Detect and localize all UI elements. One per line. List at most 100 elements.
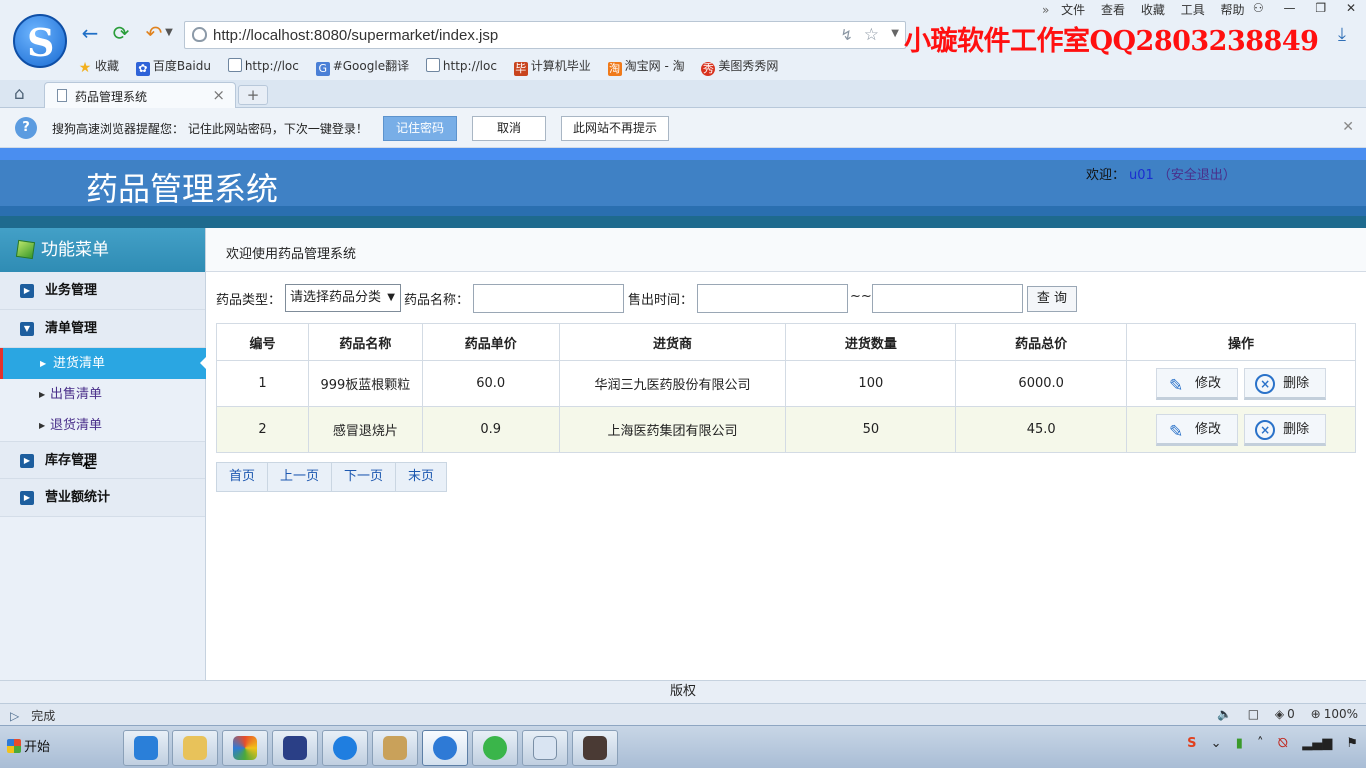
restore-icon[interactable]: ❐ [1315,1,1326,15]
cell-unit-price: 0.9 [421,406,560,453]
close-tab-icon[interactable]: × [212,86,225,104]
menu-view[interactable]: 查看 [1101,3,1125,17]
sidebar-item-sales-list[interactable]: ▶ 出售清单 [0,379,205,410]
taskbar-app-window[interactable] [522,730,568,766]
chevron-down-icon[interactable]: ▼ [891,28,899,39]
last-page-link[interactable]: 末页 [396,463,446,491]
taskbar-app-teamviewer[interactable] [322,730,368,766]
taskbar-app-ball[interactable] [472,730,518,766]
delete-circle-icon: × [1255,419,1276,440]
sidebar-item-return-list[interactable]: ▶ 退货清单 [0,410,205,441]
shield-icon[interactable]: ◈ [1275,707,1284,721]
first-page-link[interactable]: 首页 [217,463,269,491]
sidebar-group-inventory[interactable]: ▶ 库存管理 [0,441,205,479]
query-button[interactable]: 查 询 [1027,286,1077,312]
chevron-down-icon[interactable]: ▼ [162,22,176,44]
cell-supplier: 华润三九医药股份有限公司 [558,360,787,407]
delete-button[interactable]: × 删除 [1244,413,1327,446]
edit-label: 修改 [1194,375,1221,391]
sale-time-to-input[interactable] [872,284,1023,313]
start-button[interactable]: 开始 [3,735,56,761]
bookmark-localhost-2[interactable]: http://loc [425,58,497,73]
sogou-browser-logo[interactable]: S [13,14,67,68]
sogou-ime-icon[interactable]: S [1187,736,1196,751]
signal-icon[interactable]: ▂▄▆ [1302,736,1332,751]
browser-toolbar: S ← ⟳ ↶ ▼ http://localhost:8080/supermar… [0,0,1366,80]
show-hidden-icon[interactable]: ˄ [1257,736,1264,751]
sidebar-item-purchase-list[interactable]: ▶ 进货清单 [0,348,207,379]
taskbar-app-sogou-browser[interactable] [422,730,468,766]
sidebar-group-revenue[interactable]: ▶ 营业额统计 [0,479,205,517]
menu-tools[interactable]: 工具 [1181,3,1205,17]
back-arrow-icon[interactable]: ← [79,22,101,44]
speaker-icon[interactable]: 🔈 [1217,707,1232,721]
taskbar-app-photo[interactable] [572,730,618,766]
sidebar-toggle-icon[interactable]: ▷ [10,709,19,723]
skin-icon[interactable]: ⚇ [1253,1,1264,15]
close-icon[interactable]: ✕ [1342,119,1354,135]
drug-name-input[interactable] [473,284,624,313]
new-tab-button[interactable]: + [238,85,268,105]
taskbar-app-explorer[interactable] [172,730,218,766]
cancel-button[interactable]: 取消 [472,116,546,141]
bookmark-meitu[interactable]: 秀美图秀秀网 [701,57,778,76]
address-bar[interactable]: http://localhost:8080/supermarket/index.… [184,21,906,49]
bookmark-google-translate[interactable]: G #Google翻译 [315,57,409,76]
edit-button[interactable]: ✎ 修改 [1155,367,1238,400]
never-remind-button[interactable]: 此网站不再提示 [561,116,669,141]
tab-active[interactable]: 药品管理系统 × [44,82,236,108]
zoom-level[interactable]: 100% [1324,707,1358,721]
star-icon[interactable]: ☆ [864,25,879,45]
category-select[interactable]: 请选择药品分类 ▼ [285,284,401,312]
minimize-icon[interactable]: — [1284,1,1296,15]
prev-page-link[interactable]: 上一页 [268,463,333,491]
address-text[interactable]: http://localhost:8080/supermarket/index.… [213,27,498,44]
network-icon[interactable]: ⦰ [1278,736,1288,751]
page-icon [425,58,440,72]
bookmark-favorites[interactable]: ★ 收藏 [78,57,119,75]
bookmark-graduation[interactable]: 毕计算机毕业 [513,57,591,76]
cell-id: 2 [216,406,309,453]
bookmark-taobao[interactable]: 淘淘宝网 - 淘 [607,57,685,76]
tray-arrow-icon[interactable]: ⌄ [1211,736,1222,751]
taobao-icon: 淘 [607,62,622,76]
delete-button[interactable]: × 删除 [1244,367,1327,400]
more-icon[interactable]: » [1042,3,1049,17]
menu-favorites[interactable]: 收藏 [1141,3,1165,17]
flag-icon[interactable]: ⚑ [1346,736,1358,751]
taskbar-app-installer[interactable] [372,730,418,766]
next-page-link[interactable]: 下一页 [332,463,397,491]
window-controls: ⚇ — ❐ ✕ [1237,1,1356,15]
sale-time-from-input[interactable] [697,284,848,313]
cell-total-price: 45.0 [955,406,1128,453]
battery-icon[interactable]: ▮ [1236,736,1243,751]
zoom-icon[interactable]: ⊕ [1311,707,1321,721]
taskbar-app-media[interactable] [222,730,268,766]
home-icon[interactable]: ⌂ [14,84,25,104]
delete-label: 删除 [1283,421,1310,437]
lightning-icon[interactable]: ↯ [840,26,853,44]
logout-link[interactable]: 安全退出 [1171,168,1223,183]
gift-icon[interactable]: □ [1248,707,1259,721]
cell-actions: ✎ 修改 × 删除 [1126,360,1356,407]
close-icon[interactable]: ✕ [1346,1,1356,15]
taskbar-app-tool[interactable] [123,730,169,766]
expand-arrow-icon: ▶ [20,491,34,505]
mouse-cursor-icon: ⬑ [82,458,98,479]
sidebar-group-business[interactable]: ▶ 业务管理 [0,272,205,310]
download-icon[interactable]: ⤓ [1338,24,1346,45]
ide-icon [283,736,307,760]
remember-password-button[interactable]: 记住密码 [383,116,457,141]
sidebar-item-label: 退货清单 [50,418,103,433]
expand-arrow-icon: ▶ [20,454,34,468]
taskbar-app-eclipse[interactable] [272,730,318,766]
bookmark-baidu[interactable]: ✿ 百度Baidu [135,57,211,76]
pencil-icon: ✎ [1168,375,1184,396]
bookmark-localhost-1[interactable]: http://loc [227,58,299,73]
sidebar-group-lists[interactable]: ▼ 清单管理 [0,310,205,348]
refresh-icon[interactable]: ⟳ [110,22,132,44]
edit-button[interactable]: ✎ 修改 [1155,413,1238,446]
menu-file[interactable]: 文件 [1061,3,1085,17]
sidebar: 功能菜单 ▶ 业务管理 ▼ 清单管理 ▶ 进货清单 ▶ 出售清单 ▶ 退货清单 … [0,228,207,680]
notification-text: 搜狗高速浏览器提醒您： 记住此网站密码，下次一键登录！ [52,122,368,136]
